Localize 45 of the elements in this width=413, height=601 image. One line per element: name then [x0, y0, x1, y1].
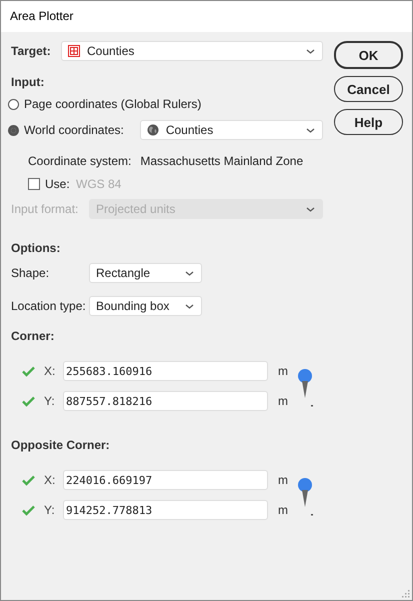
field-label: Target:: [11, 44, 52, 58]
field-label: Y:: [44, 394, 56, 408]
radio-button[interactable]: [8, 98, 19, 110]
field-label: Y:: [44, 503, 56, 517]
dialog-button[interactable]: OK: [334, 41, 403, 69]
radio-label[interactable]: Page coordinates (Global Rulers): [24, 97, 202, 111]
resize-grip-icon: [402, 590, 410, 598]
input-field[interactable]: 887557.818216: [63, 391, 268, 411]
window-title: Area Plotter: [1, 1, 412, 32]
field-value: Massachusetts Mainland Zone: [140, 154, 304, 168]
input-field[interactable]: 255683.160916: [63, 361, 268, 381]
caret-icon: [185, 270, 194, 276]
field-label: X:: [44, 473, 56, 487]
field-label: Input format:: [11, 202, 80, 216]
radio-label[interactable]: World coordinates:: [24, 123, 124, 137]
section-heading: Corner:: [11, 329, 56, 343]
dropdown[interactable]: Counties: [140, 120, 323, 140]
radio-button[interactable]: [8, 124, 19, 136]
field-label: Shape:: [11, 266, 50, 280]
unit-label: m: [278, 503, 288, 517]
input-field[interactable]: 224016.669197: [63, 470, 268, 490]
field-label: X:: [44, 364, 56, 378]
caret-icon: [185, 304, 194, 308]
section-heading: Input:: [11, 75, 46, 89]
layer-icon: [68, 45, 80, 57]
dialog-button[interactable]: Help: [334, 109, 403, 135]
field-label: Location type:: [11, 299, 87, 313]
field-label: Coordinate system:: [28, 154, 132, 168]
dialog-button[interactable]: Cancel: [334, 76, 403, 102]
caret-icon: [306, 206, 315, 212]
field-value: WGS 84: [76, 177, 122, 191]
checkbox-label[interactable]: Use:: [45, 177, 76, 191]
input-field[interactable]: 914252.778813: [63, 500, 268, 520]
unit-label: m: [278, 473, 288, 487]
unit-label: m: [278, 364, 288, 378]
dropdown[interactable]: Counties: [61, 41, 323, 61]
globe-icon: [146, 124, 159, 136]
caret-icon: [306, 48, 315, 54]
dropdown[interactable]: Bounding box: [89, 296, 202, 316]
checkbox[interactable]: [28, 178, 40, 190]
caret-icon: [306, 128, 315, 132]
section-heading: Options:: [11, 241, 62, 255]
unit-label: m: [278, 394, 288, 408]
dropdown[interactable]: Rectangle: [89, 263, 202, 283]
section-heading: Opposite Corner:: [11, 438, 111, 452]
